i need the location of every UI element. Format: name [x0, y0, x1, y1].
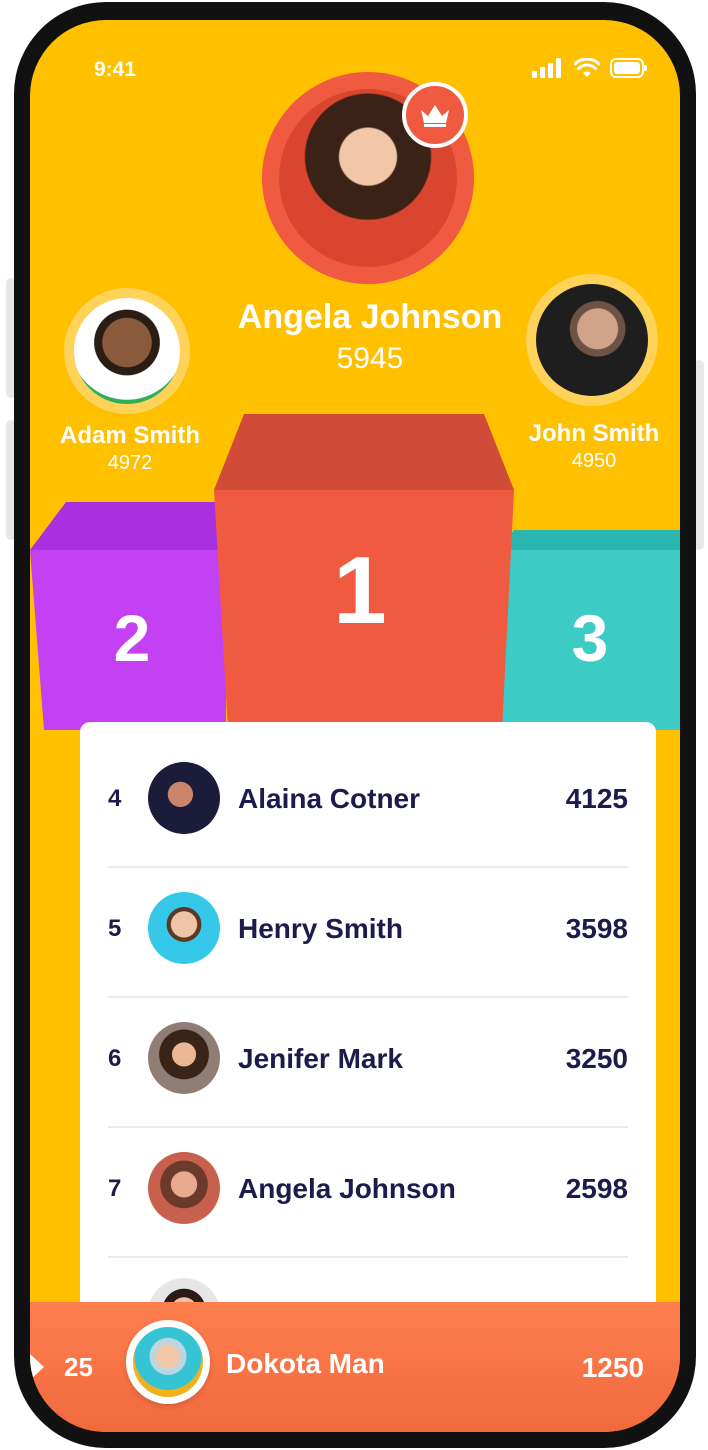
row-divider	[108, 1256, 628, 1258]
current-user-rank: 25	[64, 1352, 93, 1382]
row-score: 2598	[565, 1173, 628, 1204]
row-score: 3250	[565, 1043, 628, 1074]
first-place-name: Angela Johnson	[237, 298, 503, 336]
second-place-avatar[interactable]	[64, 288, 190, 414]
row-score: 4125	[565, 783, 628, 814]
podium-first-top	[214, 414, 514, 490]
row-rank: 6	[108, 1045, 122, 1072]
leaderboard-row[interactable]: 5 Henry Smith 3598	[108, 864, 628, 994]
leaderboard-row[interactable]: 4 Alaina Cotner 4125	[108, 734, 628, 864]
current-user-name: Dokota Man	[226, 1348, 385, 1379]
wifi-icon	[574, 58, 600, 77]
device-frame: 9:41 Angela Johnson 5945 Adam Smith 4972…	[14, 2, 696, 1448]
current-user-bar[interactable]: 25 Dokota Man 1250	[30, 1302, 680, 1432]
row-score: 3598	[565, 913, 628, 944]
leaderboard-row[interactable]: 6 Jenifer Mark 3250	[108, 994, 628, 1124]
leaderboard-row[interactable]: 7 Angela Johnson 2598	[108, 1124, 628, 1254]
pointer-arrow-icon	[30, 1354, 44, 1380]
row-avatar	[148, 892, 220, 964]
row-avatar	[148, 1022, 220, 1094]
current-user-photo	[133, 1327, 203, 1397]
row-avatar	[148, 1152, 220, 1224]
current-user-score: 1250	[581, 1352, 644, 1383]
row-avatar	[148, 762, 220, 834]
row-rank: 7	[108, 1175, 122, 1202]
crown-icon	[421, 105, 449, 127]
podium-third-top	[498, 530, 680, 550]
row-name: Angela Johnson	[238, 1173, 456, 1204]
third-place-photo	[536, 284, 648, 396]
podium-second-top	[30, 502, 226, 550]
third-place-avatar[interactable]	[526, 274, 658, 406]
cellular-signal-icon	[532, 58, 561, 78]
podium-first-number: 1	[333, 537, 387, 644]
row-name: Jenifer Mark	[238, 1043, 403, 1074]
status-time: 9:41	[94, 58, 137, 81]
row-rank: 5	[108, 915, 122, 942]
row-name: Henry Smith	[238, 913, 403, 944]
current-user-avatar	[126, 1320, 210, 1404]
podium-second-number: 2	[113, 601, 151, 675]
leaderboard-list[interactable]: 4 Alaina Cotner 4125 5 Henry Smith 3598 …	[80, 722, 656, 1362]
podium-third-number: 3	[571, 601, 609, 675]
row-name: Alaina Cotner	[238, 783, 421, 814]
first-place-score: 5945	[336, 342, 404, 375]
battery-icon	[610, 58, 647, 78]
crown-badge	[402, 82, 468, 148]
status-icons	[532, 58, 648, 78]
row-rank: 4	[108, 785, 122, 812]
second-place-photo	[74, 298, 180, 404]
leaderboard-screen: 9:41 Angela Johnson 5945 Adam Smith 4972…	[30, 20, 680, 1432]
